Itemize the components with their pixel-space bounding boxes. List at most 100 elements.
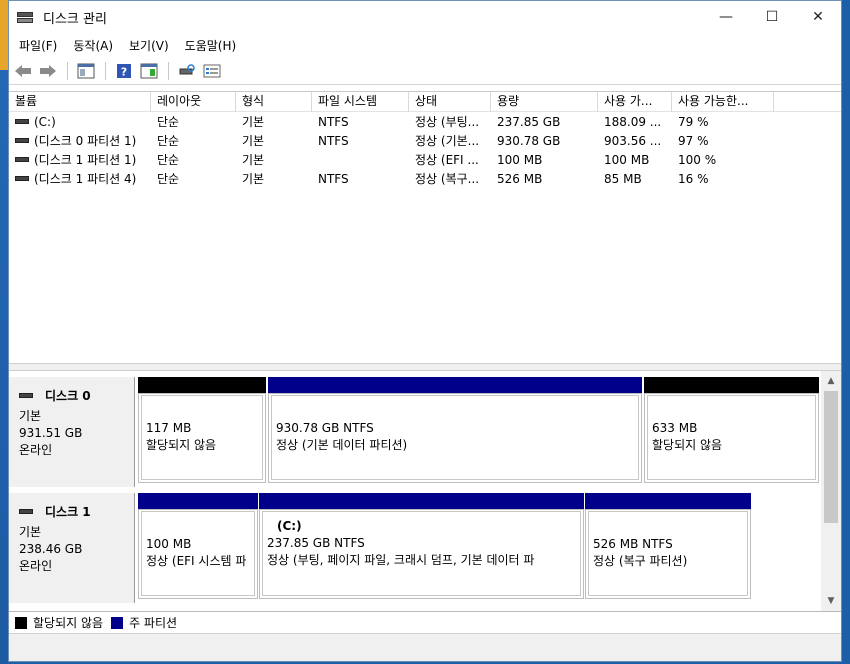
partition-unallocated[interactable]: 117 MB 할당되지 않음: [138, 377, 266, 483]
type-cell: 기본: [242, 172, 265, 186]
volume-row[interactable]: (디스크 1 파티션 1) 단순 기본 정상 (EFI ... 100 MB 1…: [9, 150, 841, 169]
percent-free-cell: 100 %: [678, 152, 717, 167]
partition-color-bar: [138, 493, 258, 509]
close-button[interactable]: ✕: [795, 1, 841, 33]
forward-icon[interactable]: [36, 60, 60, 82]
pane-splitter[interactable]: [9, 363, 841, 371]
partition-color-bar: [644, 377, 819, 393]
partition-size: 100 MB: [146, 537, 192, 551]
status-cell: 정상 (부팅...: [415, 115, 480, 129]
menu-help[interactable]: 도움말(H): [177, 37, 245, 54]
column-type[interactable]: 형식: [236, 92, 312, 112]
file-system-cell: NTFS: [318, 114, 349, 129]
legend-bar: 할당되지 않음 주 파티션: [9, 611, 841, 633]
help-icon[interactable]: ?: [112, 60, 136, 82]
volume-cell: (C:): [9, 115, 151, 129]
partition-body: 526 MB NTFS 정상 (복구 파티션): [588, 511, 748, 596]
disk-1-label[interactable]: 디스크 1 기본 238.46 GB 온라인: [9, 493, 135, 603]
capacity-cell: 526 MB: [497, 171, 543, 186]
column-file-system[interactable]: 파일 시스템: [312, 92, 409, 112]
disk-management-app-icon: [17, 10, 33, 24]
volume-row[interactable]: (C:) 단순 기본 NTFS 정상 (부팅... 237.85 GB 188.…: [9, 112, 841, 131]
partition-primary[interactable]: 526 MB NTFS 정상 (복구 파티션): [585, 493, 751, 599]
volume-row[interactable]: (디스크 0 파티션 1) 단순 기본 NTFS 정상 (기본... 930.7…: [9, 131, 841, 150]
partition-size: 237.85 GB NTFS: [267, 536, 365, 550]
show-hide-console-tree-icon[interactable]: [74, 60, 98, 82]
partition-desc: 할당되지 않음: [146, 438, 217, 452]
partition-desc: 정상 (EFI 시스템 파: [146, 554, 247, 568]
column-free-space[interactable]: 사용 가...: [598, 92, 672, 112]
partition-body: 633 MB 할당되지 않음: [647, 395, 816, 480]
menu-action[interactable]: 동작(A): [65, 37, 121, 54]
maximize-button[interactable]: ☐: [749, 1, 795, 33]
legend-primary-label: 주 파티션: [129, 616, 178, 630]
disk-management-window: 디스크 관리 — ☐ ✕ 파일(F) 동작(A) 보기(V) 도움말(H) ?: [8, 0, 842, 662]
partition-title: (C:): [277, 519, 302, 533]
type-cell: 기본: [242, 134, 265, 148]
partition-body: (C:) 237.85 GB NTFS 정상 (부팅, 페이지 파일, 크래시 …: [262, 511, 581, 596]
volume-cell: (디스크 1 파티션 4): [9, 170, 151, 187]
partition-size: 633 MB: [652, 421, 698, 435]
desktop-background: [0, 0, 8, 664]
menu-view[interactable]: 보기(V): [121, 37, 177, 54]
partition-color-bar: [138, 377, 266, 393]
volume-cell: (디스크 0 파티션 1): [9, 132, 151, 149]
percent-free-cell: 97 %: [678, 133, 709, 148]
partition-primary[interactable]: 930.78 GB NTFS 정상 (기본 데이터 파티션): [268, 377, 642, 483]
partition-c-drive[interactable]: (C:) 237.85 GB NTFS 정상 (부팅, 페이지 파일, 크래시 …: [259, 493, 584, 599]
disk-0-label[interactable]: 디스크 0 기본 931.51 GB 온라인: [9, 377, 135, 487]
graphical-disk-view: 디스크 0 기본 931.51 GB 온라인 117 MB 할당되지 않음 93…: [9, 371, 841, 611]
volume-row[interactable]: (디스크 1 파티션 4) 단순 기본 NTFS 정상 (복구... 526 M…: [9, 169, 841, 188]
disk-icon: [19, 509, 33, 514]
free-space-cell: 903.56 ...: [604, 133, 662, 148]
column-capacity[interactable]: 용량: [491, 92, 598, 112]
toolbar-separator: [168, 61, 169, 80]
partition-desc: 정상 (부팅, 페이지 파일, 크래시 덤프, 기본 데이터 파: [267, 553, 535, 567]
disk-type: 기본: [19, 409, 42, 423]
layout-cell: 단순: [157, 172, 180, 186]
free-space-cell: 85 MB: [604, 171, 642, 186]
volume-cell: (디스크 1 파티션 1): [9, 151, 151, 168]
properties-icon[interactable]: [137, 60, 161, 82]
scroll-down-icon[interactable]: ▼: [821, 593, 841, 609]
connect-disk-icon[interactable]: [175, 60, 199, 82]
column-layout[interactable]: 레이아웃: [151, 92, 236, 112]
legend-primary-swatch: [111, 616, 124, 629]
toolbar-separator: [105, 61, 106, 80]
menu-file[interactable]: 파일(F): [11, 37, 65, 54]
status-cell: 정상 (EFI ...: [415, 153, 479, 167]
file-system-cell: NTFS: [318, 171, 349, 186]
disk-size: 238.46 GB: [19, 542, 83, 556]
partition-unallocated[interactable]: 633 MB 할당되지 않음: [644, 377, 819, 483]
svg-text:?: ?: [121, 65, 127, 78]
free-space-cell: 100 MB: [604, 152, 650, 167]
title-bar[interactable]: 디스크 관리 — ☐ ✕: [9, 1, 841, 33]
capacity-cell: 930.78 GB: [497, 133, 561, 148]
column-percent-free[interactable]: 사용 가능한...: [672, 92, 774, 112]
scrollbar-thumb[interactable]: [824, 391, 838, 523]
type-cell: 기본: [242, 153, 265, 167]
volume-list-header: 볼륨 레이아웃 형식 파일 시스템 상태 용량 사용 가... 사용 가능한..…: [9, 92, 841, 112]
column-volume[interactable]: 볼륨: [9, 92, 151, 112]
capacity-cell: 237.85 GB: [497, 114, 561, 129]
volume-icon: [15, 138, 29, 143]
disk-1-row: 디스크 1 기본 238.46 GB 온라인 100 MB 정상 (EFI 시스…: [9, 493, 819, 603]
back-icon[interactable]: [11, 60, 35, 82]
volume-icon: [15, 157, 29, 162]
minimize-button[interactable]: —: [703, 1, 749, 33]
status-cell: 정상 (기본...: [415, 134, 480, 148]
partition-body: 100 MB 정상 (EFI 시스템 파: [141, 511, 255, 596]
window-title: 디스크 관리: [43, 11, 107, 27]
toolbar: ?: [9, 57, 841, 85]
disk-0-row: 디스크 0 기본 931.51 GB 온라인 117 MB 할당되지 않음 93…: [9, 377, 819, 487]
partition-size: 930.78 GB NTFS: [276, 421, 374, 435]
partition-primary[interactable]: 100 MB 정상 (EFI 시스템 파: [138, 493, 258, 599]
disk-status: 온라인: [19, 559, 53, 573]
partition-color-bar: [259, 493, 584, 509]
list-icon[interactable]: [200, 60, 224, 82]
scroll-up-icon[interactable]: ▲: [821, 373, 841, 389]
toolbar-separator: [67, 61, 68, 80]
column-status[interactable]: 상태: [409, 92, 491, 112]
menu-bar: 파일(F) 동작(A) 보기(V) 도움말(H): [9, 33, 841, 57]
disk-view-scrollbar[interactable]: ▲ ▼: [821, 371, 841, 611]
